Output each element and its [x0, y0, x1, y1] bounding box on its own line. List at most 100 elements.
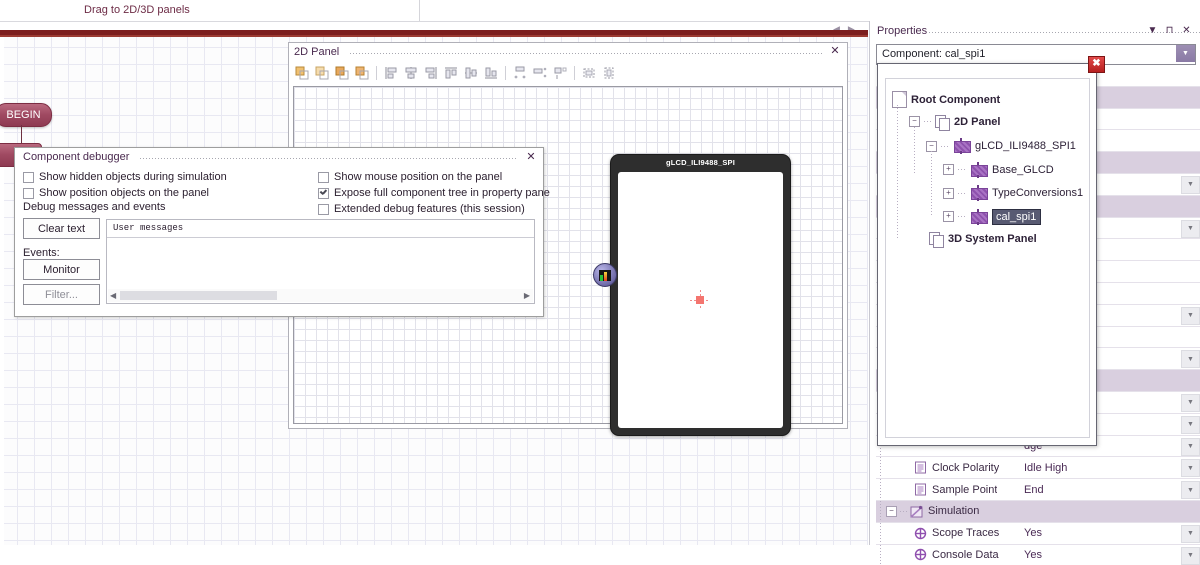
size-height-icon[interactable]	[599, 63, 619, 83]
debug-messages-header-label: User messages	[113, 223, 183, 233]
debugger-title: Component debugger	[23, 151, 129, 163]
tree-guide-line	[880, 501, 881, 522]
property-row-simulation[interactable]: −Simulation	[876, 501, 1200, 523]
align-bottom-icon[interactable]	[481, 63, 501, 83]
property-value[interactable]: Yes	[1024, 549, 1042, 561]
send-backward-icon[interactable]	[352, 63, 372, 83]
2d-panel-close-icon[interactable]: ✕	[829, 45, 841, 57]
debug-messages-box[interactable]: User messages ◀ ▶	[106, 219, 535, 304]
glcd-screen[interactable]	[618, 172, 783, 428]
tree-node-glcd-ili9488-spi1[interactable]: −gLCD_ILI9488_SPI1	[926, 138, 1076, 154]
property-dropdown-icon[interactable]: ▼	[1181, 459, 1200, 477]
property-dropdown-icon[interactable]: ▼	[1181, 416, 1200, 434]
component-select-arrow-icon[interactable]: ▼	[1176, 45, 1195, 62]
bring-to-front-icon[interactable]	[292, 63, 312, 83]
tree-guide-line	[880, 479, 881, 500]
tree-expander[interactable]: −	[926, 141, 937, 152]
tree-expander[interactable]: +	[943, 164, 954, 175]
tree-node-3d-system-panel[interactable]: 3D System Panel	[909, 232, 1037, 246]
checkbox-extended-debug-features[interactable]: Extended debug features (this session)	[318, 203, 525, 215]
checkbox-show-position-objects[interactable]: Show position objects on the panel	[23, 187, 209, 199]
properties-menu-icon[interactable]: ▼	[1146, 24, 1159, 37]
properties-pin-icon[interactable]: ⊓	[1163, 24, 1176, 37]
checkbox-label: Extended debug features (this session)	[334, 203, 525, 215]
property-dropdown-icon[interactable]: ▼	[1181, 220, 1200, 238]
align-right-icon[interactable]	[421, 63, 441, 83]
scroll-right-icon[interactable]: ▶	[524, 291, 530, 300]
tree-expander[interactable]: +	[943, 188, 954, 199]
toolbar-separator-3	[574, 66, 575, 80]
toolbar-separator-2	[505, 66, 506, 80]
tree-node-typeconversions1[interactable]: +TypeConversions1	[943, 185, 1083, 201]
checkbox-show-mouse-position[interactable]: Show mouse position on the panel	[318, 171, 502, 183]
debug-messages-hscrollbar[interactable]: ◀ ▶	[108, 289, 533, 302]
property-dropdown-icon[interactable]: ▼	[1181, 547, 1200, 565]
equal-spacing-icon[interactable]	[550, 63, 570, 83]
checkbox-label: Show mouse position on the panel	[334, 171, 502, 183]
property-row-scope-traces[interactable]: Scope TracesYes▼	[876, 523, 1200, 545]
tree-dash	[958, 169, 965, 170]
property-row-console-data[interactable]: Console DataYes▼	[876, 545, 1200, 565]
size-width-icon[interactable]	[579, 63, 599, 83]
property-label: Sample Point	[932, 484, 997, 496]
bring-forward-icon[interactable]	[332, 63, 352, 83]
tree-guide-line	[931, 151, 932, 216]
checkbox-box[interactable]	[318, 172, 329, 183]
property-dropdown-icon[interactable]: ▼	[1181, 394, 1200, 412]
checkbox-box[interactable]	[23, 172, 34, 183]
chip-icon	[969, 162, 988, 178]
checkbox-box[interactable]	[23, 188, 34, 199]
property-dropdown-icon[interactable]: ▼	[1181, 307, 1200, 325]
checkbox-expose-full-component-tree[interactable]: Expose full component tree in property p…	[318, 187, 550, 199]
property-dropdown-icon[interactable]: ▼	[1181, 350, 1200, 368]
property-value[interactable]: Yes	[1024, 527, 1042, 539]
row-expander[interactable]: −	[886, 506, 897, 517]
property-dropdown-icon[interactable]: ▼	[1181, 525, 1200, 543]
filter-button[interactable]: Filter...	[23, 284, 100, 305]
tree-node-root-component[interactable]: Root Component	[892, 91, 1000, 108]
property-row-clock-polarity[interactable]: Clock PolarityIdle High▼	[876, 457, 1200, 479]
property-dropdown-icon[interactable]: ▼	[1181, 481, 1200, 499]
flowchart-begin-node[interactable]: BEGIN	[0, 103, 52, 127]
tree-node-2d-panel[interactable]: −2D Panel	[909, 115, 1000, 129]
property-dropdown-icon[interactable]: ▼	[1181, 176, 1200, 194]
tree-expander[interactable]: +	[943, 211, 954, 222]
component-tree-list[interactable]: Root Component −2D Panel −gLCD_ILI9488_SPI…	[885, 78, 1090, 438]
send-to-back-icon[interactable]	[312, 63, 332, 83]
align-top-icon[interactable]	[441, 63, 461, 83]
checkbox-show-hidden-objects[interactable]: Show hidden objects during simulation	[23, 171, 227, 183]
align-center-icon[interactable]	[401, 63, 421, 83]
debugger-close-icon[interactable]: ✕	[525, 151, 537, 163]
component-select-value: Component: cal_spi1	[882, 48, 985, 60]
properties-title-dots	[928, 31, 1200, 34]
distribute-vertical-icon[interactable]	[530, 63, 550, 83]
property-value[interactable]: Idle High	[1024, 462, 1067, 474]
properties-close-icon[interactable]: ✕	[1180, 24, 1193, 37]
tree-guide-line	[897, 105, 898, 240]
debugger-title-dots	[139, 157, 517, 160]
tree-node-base-glcd[interactable]: +Base_GLCD	[943, 162, 1054, 178]
tree-dash	[924, 121, 931, 122]
align-middle-icon[interactable]	[461, 63, 481, 83]
component-select[interactable]: Component: cal_spi1 ▼	[876, 44, 1196, 65]
align-left-icon[interactable]	[381, 63, 401, 83]
property-row-sample-point[interactable]: Sample Point End ▼	[876, 479, 1200, 501]
checkbox-box[interactable]	[318, 204, 329, 215]
property-dropdown-icon[interactable]: ▼	[1181, 438, 1200, 456]
monitor-button[interactable]: Monitor	[23, 259, 100, 280]
clear-text-button[interactable]: Clear text	[23, 218, 100, 239]
glcd-image-badge-icon[interactable]	[593, 263, 617, 287]
scroll-left-icon[interactable]: ◀	[110, 291, 116, 300]
glcd-widget[interactable]: gLCD_ILI9488_SPI	[610, 154, 791, 436]
distribute-horizontal-icon[interactable]	[510, 63, 530, 83]
scroll-thumb[interactable]	[120, 291, 277, 300]
chip-icon	[969, 209, 988, 225]
tree-node-cal-spi1[interactable]: +cal_spi1	[943, 209, 1041, 225]
property-value[interactable]: End	[1024, 484, 1044, 496]
component-tree-close-icon[interactable]: ✖	[1088, 56, 1105, 73]
tree-expander[interactable]: −	[909, 116, 920, 127]
checkbox-box[interactable]	[318, 188, 329, 199]
panel-icon	[935, 115, 950, 129]
tree-dash	[958, 193, 965, 194]
tree-node-label: 3D System Panel	[948, 233, 1037, 245]
